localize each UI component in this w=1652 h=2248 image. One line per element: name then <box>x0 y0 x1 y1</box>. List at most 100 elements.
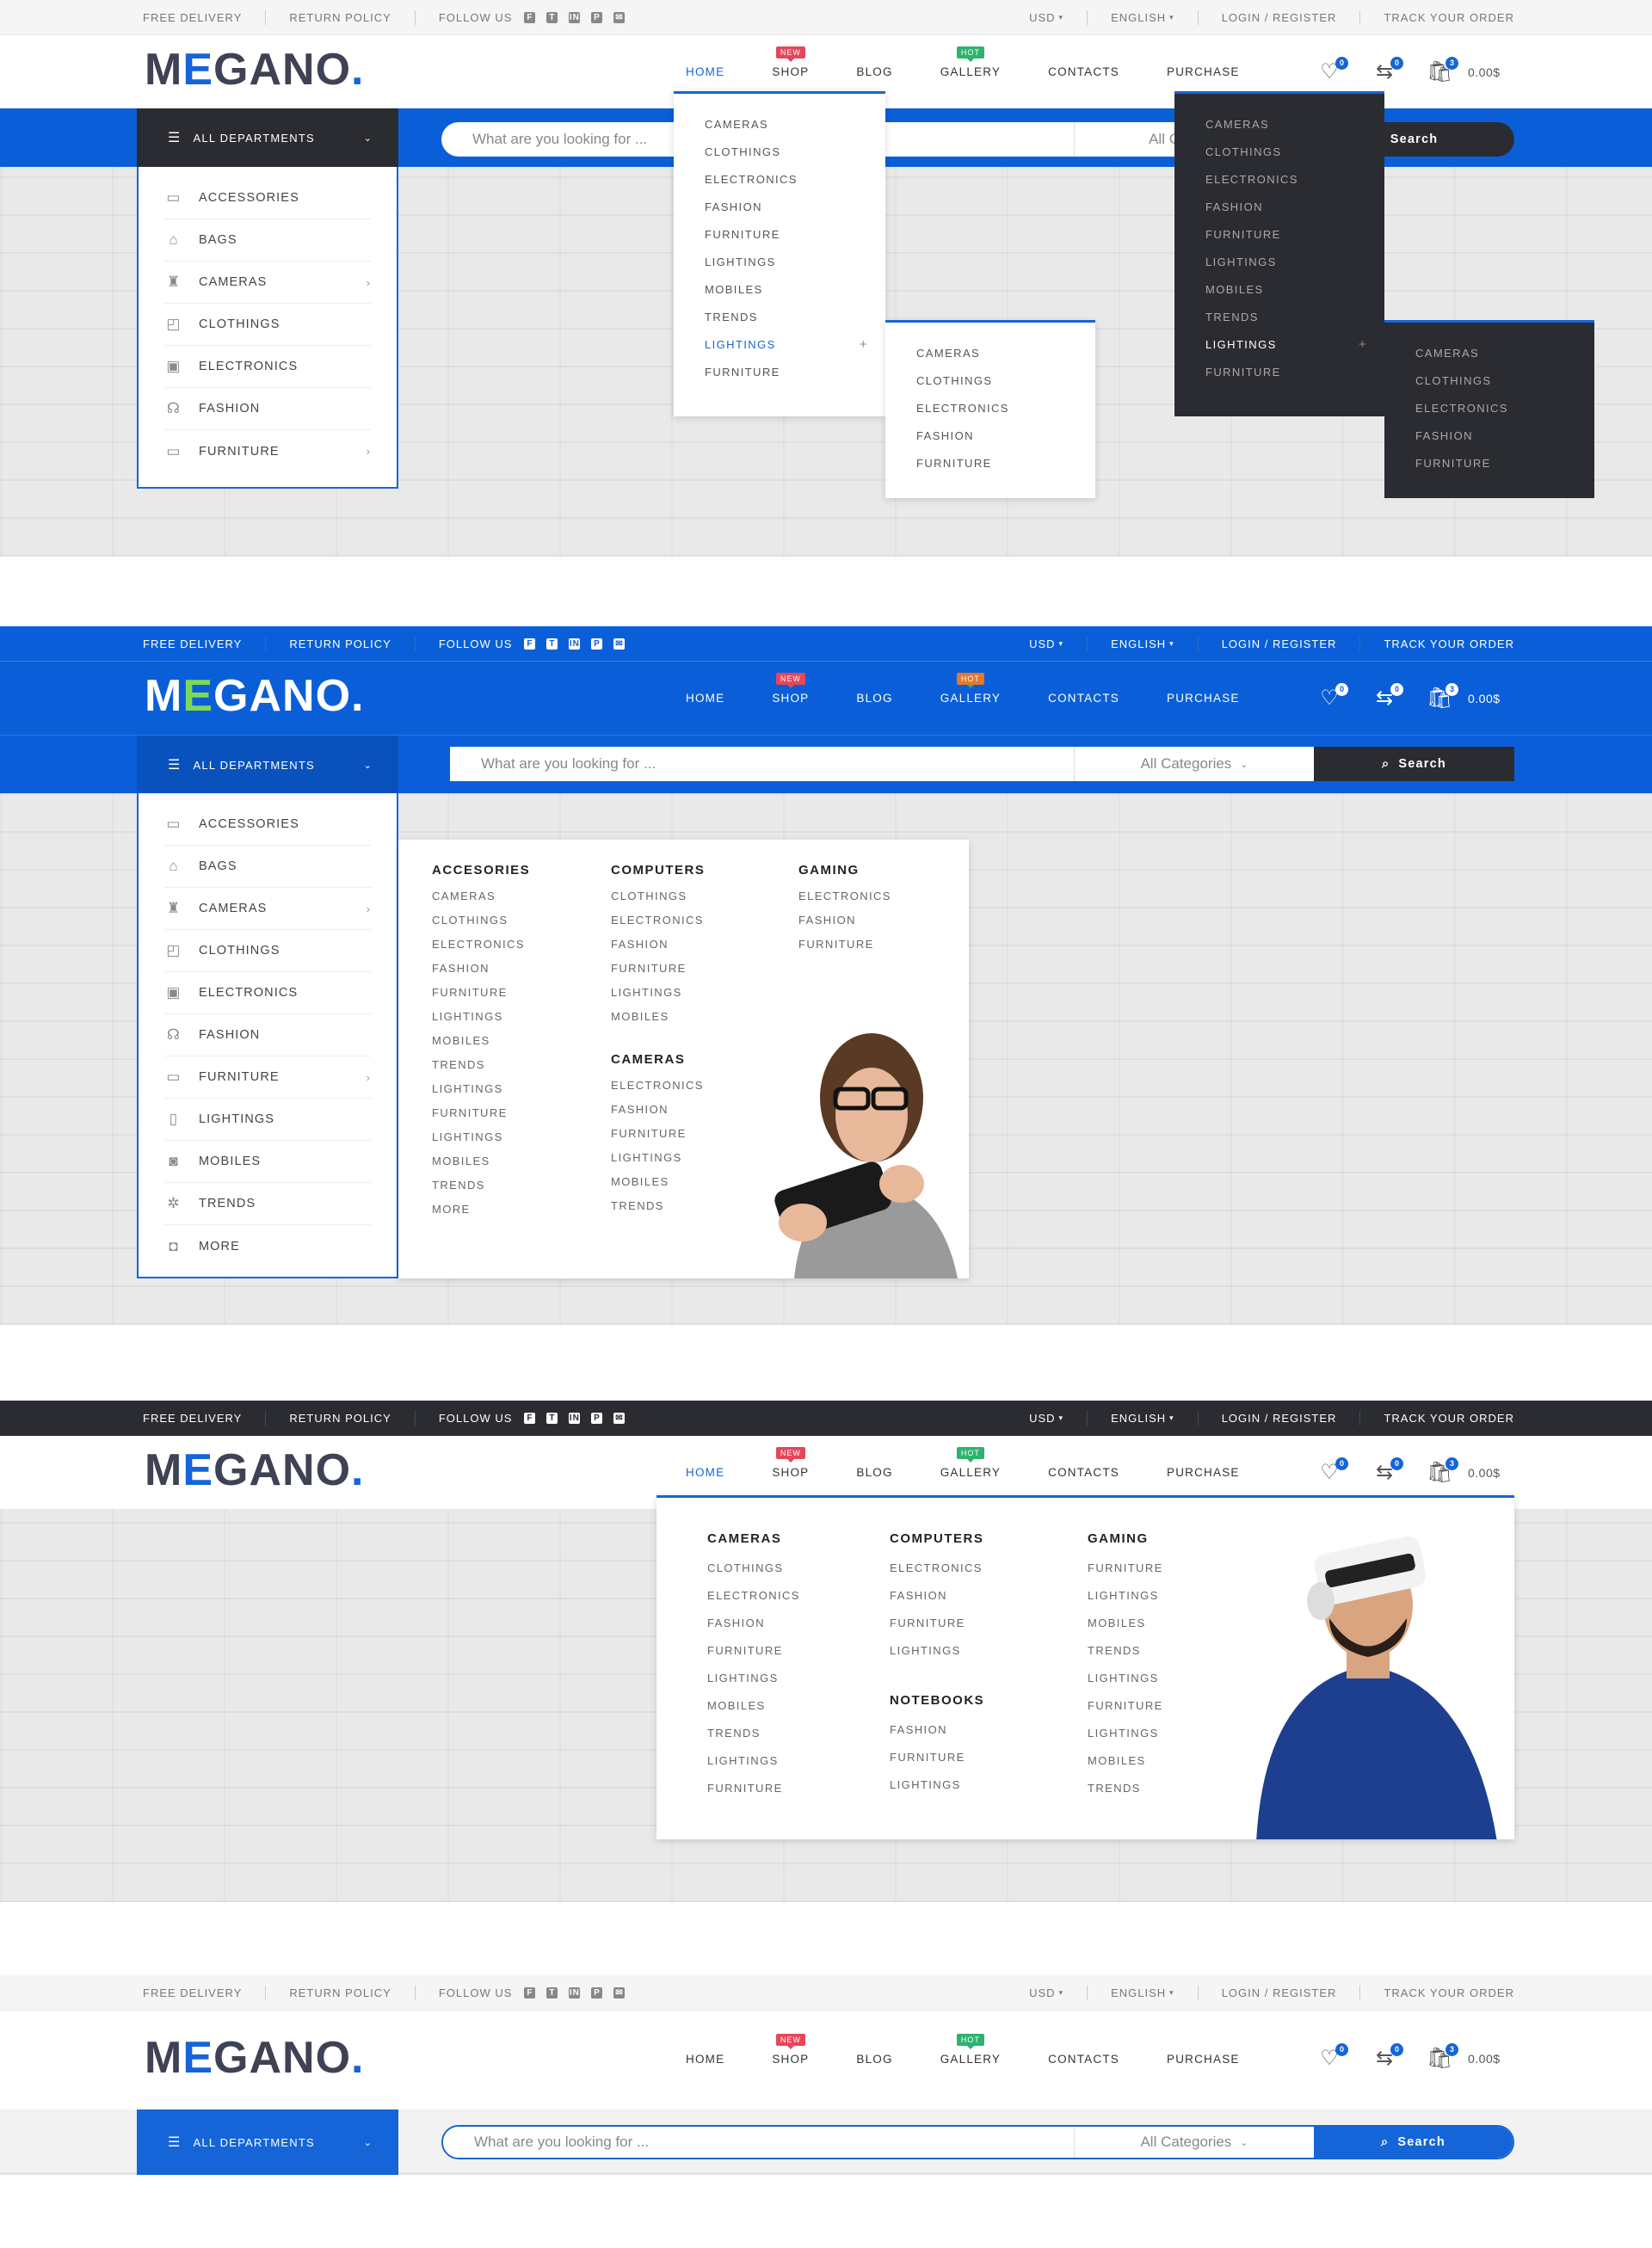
login-register-link[interactable]: Login / Register <box>1199 1411 1361 1426</box>
mega-link[interactable]: Furniture <box>707 1775 800 1802</box>
free-delivery-link[interactable]: Free Delivery <box>143 637 267 651</box>
nav-purchase[interactable]: Purchase <box>1167 65 1240 78</box>
mega-link[interactable]: Furniture <box>890 1744 984 1771</box>
linkedin-icon[interactable]: in <box>569 1413 581 1424</box>
sidebar-item-accessories[interactable]: ▭ Accessories <box>164 804 371 846</box>
mega-link[interactable]: Fashion <box>611 1098 705 1122</box>
nav-shop[interactable]: New Shop <box>772 673 809 705</box>
track-order-link[interactable]: Track Your Order <box>1360 10 1514 25</box>
nav-home[interactable]: Home <box>686 2053 724 2066</box>
dropdown-item[interactable]: Mobiles <box>705 276 885 304</box>
mega-link[interactable]: Furniture <box>432 1101 530 1125</box>
mega-link[interactable]: Trends <box>432 1053 530 1077</box>
mega-link[interactable]: Lightings <box>1088 1720 1163 1747</box>
mega-link[interactable]: Lightings <box>611 1146 705 1170</box>
all-departments-button[interactable]: ☰ All Departments ⌄ <box>137 736 398 794</box>
mega-link[interactable]: Electronics <box>432 933 530 957</box>
nav-gallery[interactable]: Hot Gallery <box>940 2033 1001 2066</box>
nav-contacts[interactable]: Contacts <box>1048 692 1119 705</box>
sidebar-item-electronics[interactable]: ▣ Electronics <box>164 972 371 1014</box>
compare-icon[interactable]: ⇆ 0 <box>1372 2043 1403 2072</box>
dropdown-item[interactable]: Furniture <box>1205 359 1384 386</box>
submenu-item[interactable]: Clothings <box>916 367 1095 395</box>
nav-contacts[interactable]: Contacts <box>1048 2053 1119 2066</box>
nav-shop[interactable]: New Shop <box>772 1447 809 1479</box>
mega-link[interactable]: More <box>432 1198 530 1222</box>
free-delivery-link[interactable]: Free Delivery <box>143 1411 267 1426</box>
submenu-item[interactable]: Cameras <box>916 340 1095 367</box>
nav-blog[interactable]: Blog <box>856 65 892 78</box>
mega-link[interactable]: Clothings <box>611 884 705 908</box>
cart-icon[interactable]: 🛍 3 <box>1427 2043 1458 2072</box>
mail-icon[interactable]: ✉ <box>613 12 626 23</box>
logo[interactable]: MEGANO. <box>145 44 364 95</box>
mega-link[interactable]: Clothings <box>707 1555 800 1582</box>
sidebar-item-fashion[interactable]: ☊ Fashion <box>164 1014 371 1056</box>
sidebar-item-bags[interactable]: ⌂ Bags <box>164 846 371 888</box>
submenu-item[interactable]: Furniture <box>916 450 1095 477</box>
mega-link[interactable]: Electronics <box>611 908 705 933</box>
mega-link[interactable]: Lightings <box>890 1771 984 1799</box>
all-departments-button[interactable]: ☰ All Departments ⌄ <box>137 2109 398 2175</box>
dropdown-item[interactable]: Electronics <box>705 166 885 194</box>
mega-link[interactable]: Furniture <box>798 933 891 957</box>
nav-contacts[interactable]: Contacts <box>1048 1466 1119 1479</box>
dropdown-item[interactable]: Lightings <box>1205 249 1384 276</box>
mega-link[interactable]: Furniture <box>611 1122 705 1146</box>
return-policy-link[interactable]: Return Policy <box>266 1986 416 2000</box>
twitter-icon[interactable]: t <box>546 1413 558 1424</box>
dropdown-item[interactable]: Furniture <box>705 359 885 386</box>
nav-home[interactable]: Home <box>686 692 724 705</box>
nav-purchase[interactable]: Purchase <box>1167 692 1240 705</box>
sidebar-item-bags[interactable]: ⌂ Bags <box>164 219 371 262</box>
nav-home[interactable]: Home <box>686 1466 724 1479</box>
mega-link[interactable]: Fashion <box>890 1716 984 1744</box>
dropdown-item[interactable]: Clothings <box>705 139 885 166</box>
mega-link[interactable]: Lightings <box>611 981 705 1005</box>
mega-link[interactable]: Cameras <box>432 884 530 908</box>
mega-link[interactable]: Mobiles <box>1088 1747 1163 1775</box>
mail-icon[interactable]: ✉ <box>613 1413 626 1424</box>
dropdown-item[interactable]: Trends <box>1205 304 1384 331</box>
dropdown-item[interactable]: Cameras <box>705 111 885 139</box>
submenu-item[interactable]: Electronics <box>916 395 1095 422</box>
facebook-icon[interactable]: f <box>524 1413 536 1424</box>
sidebar-item-accessories[interactable]: ▭ Accessories <box>164 177 371 219</box>
mail-icon[interactable]: ✉ <box>613 638 626 650</box>
mega-link[interactable]: Furniture <box>1088 1692 1163 1720</box>
cart-icon[interactable]: 🛍 3 <box>1427 56 1458 85</box>
pinterest-icon[interactable]: p <box>591 638 603 650</box>
all-departments-button[interactable]: ☰ All Departments ⌄ <box>137 108 398 167</box>
mega-link[interactable]: Mobiles <box>611 1005 705 1029</box>
cart-icon[interactable]: 🛍 3 <box>1427 682 1458 711</box>
submenu-item[interactable]: Fashion <box>1415 422 1594 450</box>
mega-link[interactable]: Lightings <box>1088 1665 1163 1692</box>
linkedin-icon[interactable]: in <box>569 12 581 23</box>
mega-link[interactable]: Electronics <box>611 1074 705 1098</box>
category-select[interactable]: All Categories ⌄ <box>1075 2127 1314 2158</box>
dropdown-item-active[interactable]: Lightings + <box>705 331 885 359</box>
dropdown-item[interactable]: Furniture <box>705 221 885 249</box>
language-select[interactable]: English ▾ <box>1088 1411 1199 1426</box>
login-register-link[interactable]: Login / Register <box>1199 637 1361 651</box>
currency-select[interactable]: USD ▾ <box>1006 1986 1088 2000</box>
sidebar-item-electronics[interactable]: ▣ Electronics <box>164 346 371 388</box>
dropdown-item[interactable]: Fashion <box>705 194 885 221</box>
free-delivery-link[interactable]: Free Delivery <box>143 1986 267 2000</box>
mega-link[interactable]: Mobiles <box>432 1029 530 1053</box>
wishlist-icon[interactable]: ♡ 0 <box>1316 56 1348 85</box>
sidebar-item-furniture[interactable]: ▭ Furniture › <box>164 430 371 472</box>
nav-home[interactable]: Home <box>686 65 724 78</box>
submenu-item[interactable]: Furniture <box>1415 450 1594 477</box>
pinterest-icon[interactable]: p <box>591 1413 603 1424</box>
logo[interactable]: MEGANO. <box>145 670 364 722</box>
mega-link[interactable]: Fashion <box>611 933 705 957</box>
sidebar-item-trends[interactable]: ✲ Trends <box>164 1183 371 1225</box>
nav-blog[interactable]: Blog <box>856 692 892 705</box>
mega-link[interactable]: Trends <box>1088 1637 1163 1665</box>
nav-contacts[interactable]: Contacts <box>1048 65 1119 78</box>
submenu-item[interactable]: Fashion <box>916 422 1095 450</box>
nav-shop[interactable]: New Shop <box>772 2033 809 2066</box>
submenu-item[interactable]: Electronics <box>1415 395 1594 422</box>
search-button[interactable]: ⌕ Search <box>1314 747 1514 781</box>
